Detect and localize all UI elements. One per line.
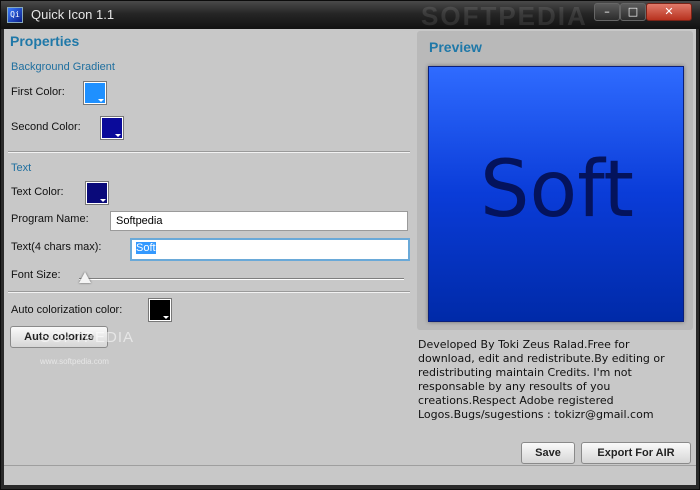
chevron-down-icon bbox=[115, 134, 121, 137]
selected-text: Soft bbox=[136, 242, 156, 254]
preview-panel: Preview Soft bbox=[417, 31, 693, 330]
divider bbox=[8, 152, 410, 153]
preview-heading: Preview bbox=[429, 39, 482, 55]
close-button[interactable]: ✕ bbox=[646, 3, 692, 21]
credits-text: Developed By Toki Zeus Ralad.Free for do… bbox=[418, 338, 665, 421]
auto-colorization-color-picker[interactable] bbox=[149, 299, 171, 321]
auto-colorization-label: Auto colorization color: bbox=[11, 304, 123, 316]
text-color-picker[interactable] bbox=[86, 182, 108, 204]
softpedia-watermark: SOFTPEDIA bbox=[421, 1, 588, 31]
second-color-label: Second Color: bbox=[11, 121, 81, 133]
minimize-button[interactable]: – bbox=[594, 3, 620, 21]
text-section-label: Text bbox=[11, 162, 32, 174]
program-name-label: Program Name: bbox=[11, 213, 89, 225]
text-label: Text(4 chars max): bbox=[11, 241, 102, 253]
divider bbox=[8, 292, 410, 293]
icon-preview-text: Soft bbox=[480, 145, 634, 235]
font-size-slider-thumb[interactable] bbox=[79, 272, 91, 283]
softpedia-watermark: SOFTPEDIA bbox=[40, 329, 135, 346]
first-color-picker[interactable] bbox=[84, 82, 106, 104]
program-name-input[interactable]: Softpedia bbox=[110, 211, 408, 231]
softpedia-watermark-url: www.softpedia.com bbox=[40, 357, 109, 366]
properties-heading: Properties bbox=[10, 33, 80, 49]
status-bar bbox=[4, 465, 696, 485]
save-button[interactable]: Save bbox=[521, 442, 575, 464]
chevron-down-icon bbox=[100, 199, 106, 202]
first-color-label: First Color: bbox=[11, 86, 65, 98]
icon-text-input[interactable]: Soft bbox=[130, 238, 410, 261]
icon-preview: Soft bbox=[428, 66, 684, 322]
second-color-picker[interactable] bbox=[101, 117, 123, 139]
text-color-label: Text Color: bbox=[11, 186, 64, 198]
chevron-down-icon bbox=[163, 316, 169, 319]
client-area: Properties Background Gradient First Col… bbox=[4, 29, 696, 485]
app-window: Qi Quick Icon 1.1 SOFTPEDIA – □ ✕ Proper… bbox=[0, 0, 700, 490]
font-size-label: Font Size: bbox=[11, 269, 61, 281]
maximize-button[interactable]: □ bbox=[620, 3, 646, 21]
app-icon: Qi bbox=[7, 7, 23, 23]
background-gradient-section-label: Background Gradient bbox=[11, 61, 115, 73]
export-for-air-button[interactable]: Export For AIR bbox=[581, 442, 691, 464]
chevron-down-icon bbox=[98, 99, 104, 102]
title-bar[interactable]: Qi Quick Icon 1.1 SOFTPEDIA – □ ✕ bbox=[1, 1, 700, 31]
font-size-slider[interactable] bbox=[79, 278, 404, 280]
properties-panel: Properties Background Gradient First Col… bbox=[4, 29, 414, 485]
window-title: Quick Icon 1.1 bbox=[31, 7, 115, 22]
